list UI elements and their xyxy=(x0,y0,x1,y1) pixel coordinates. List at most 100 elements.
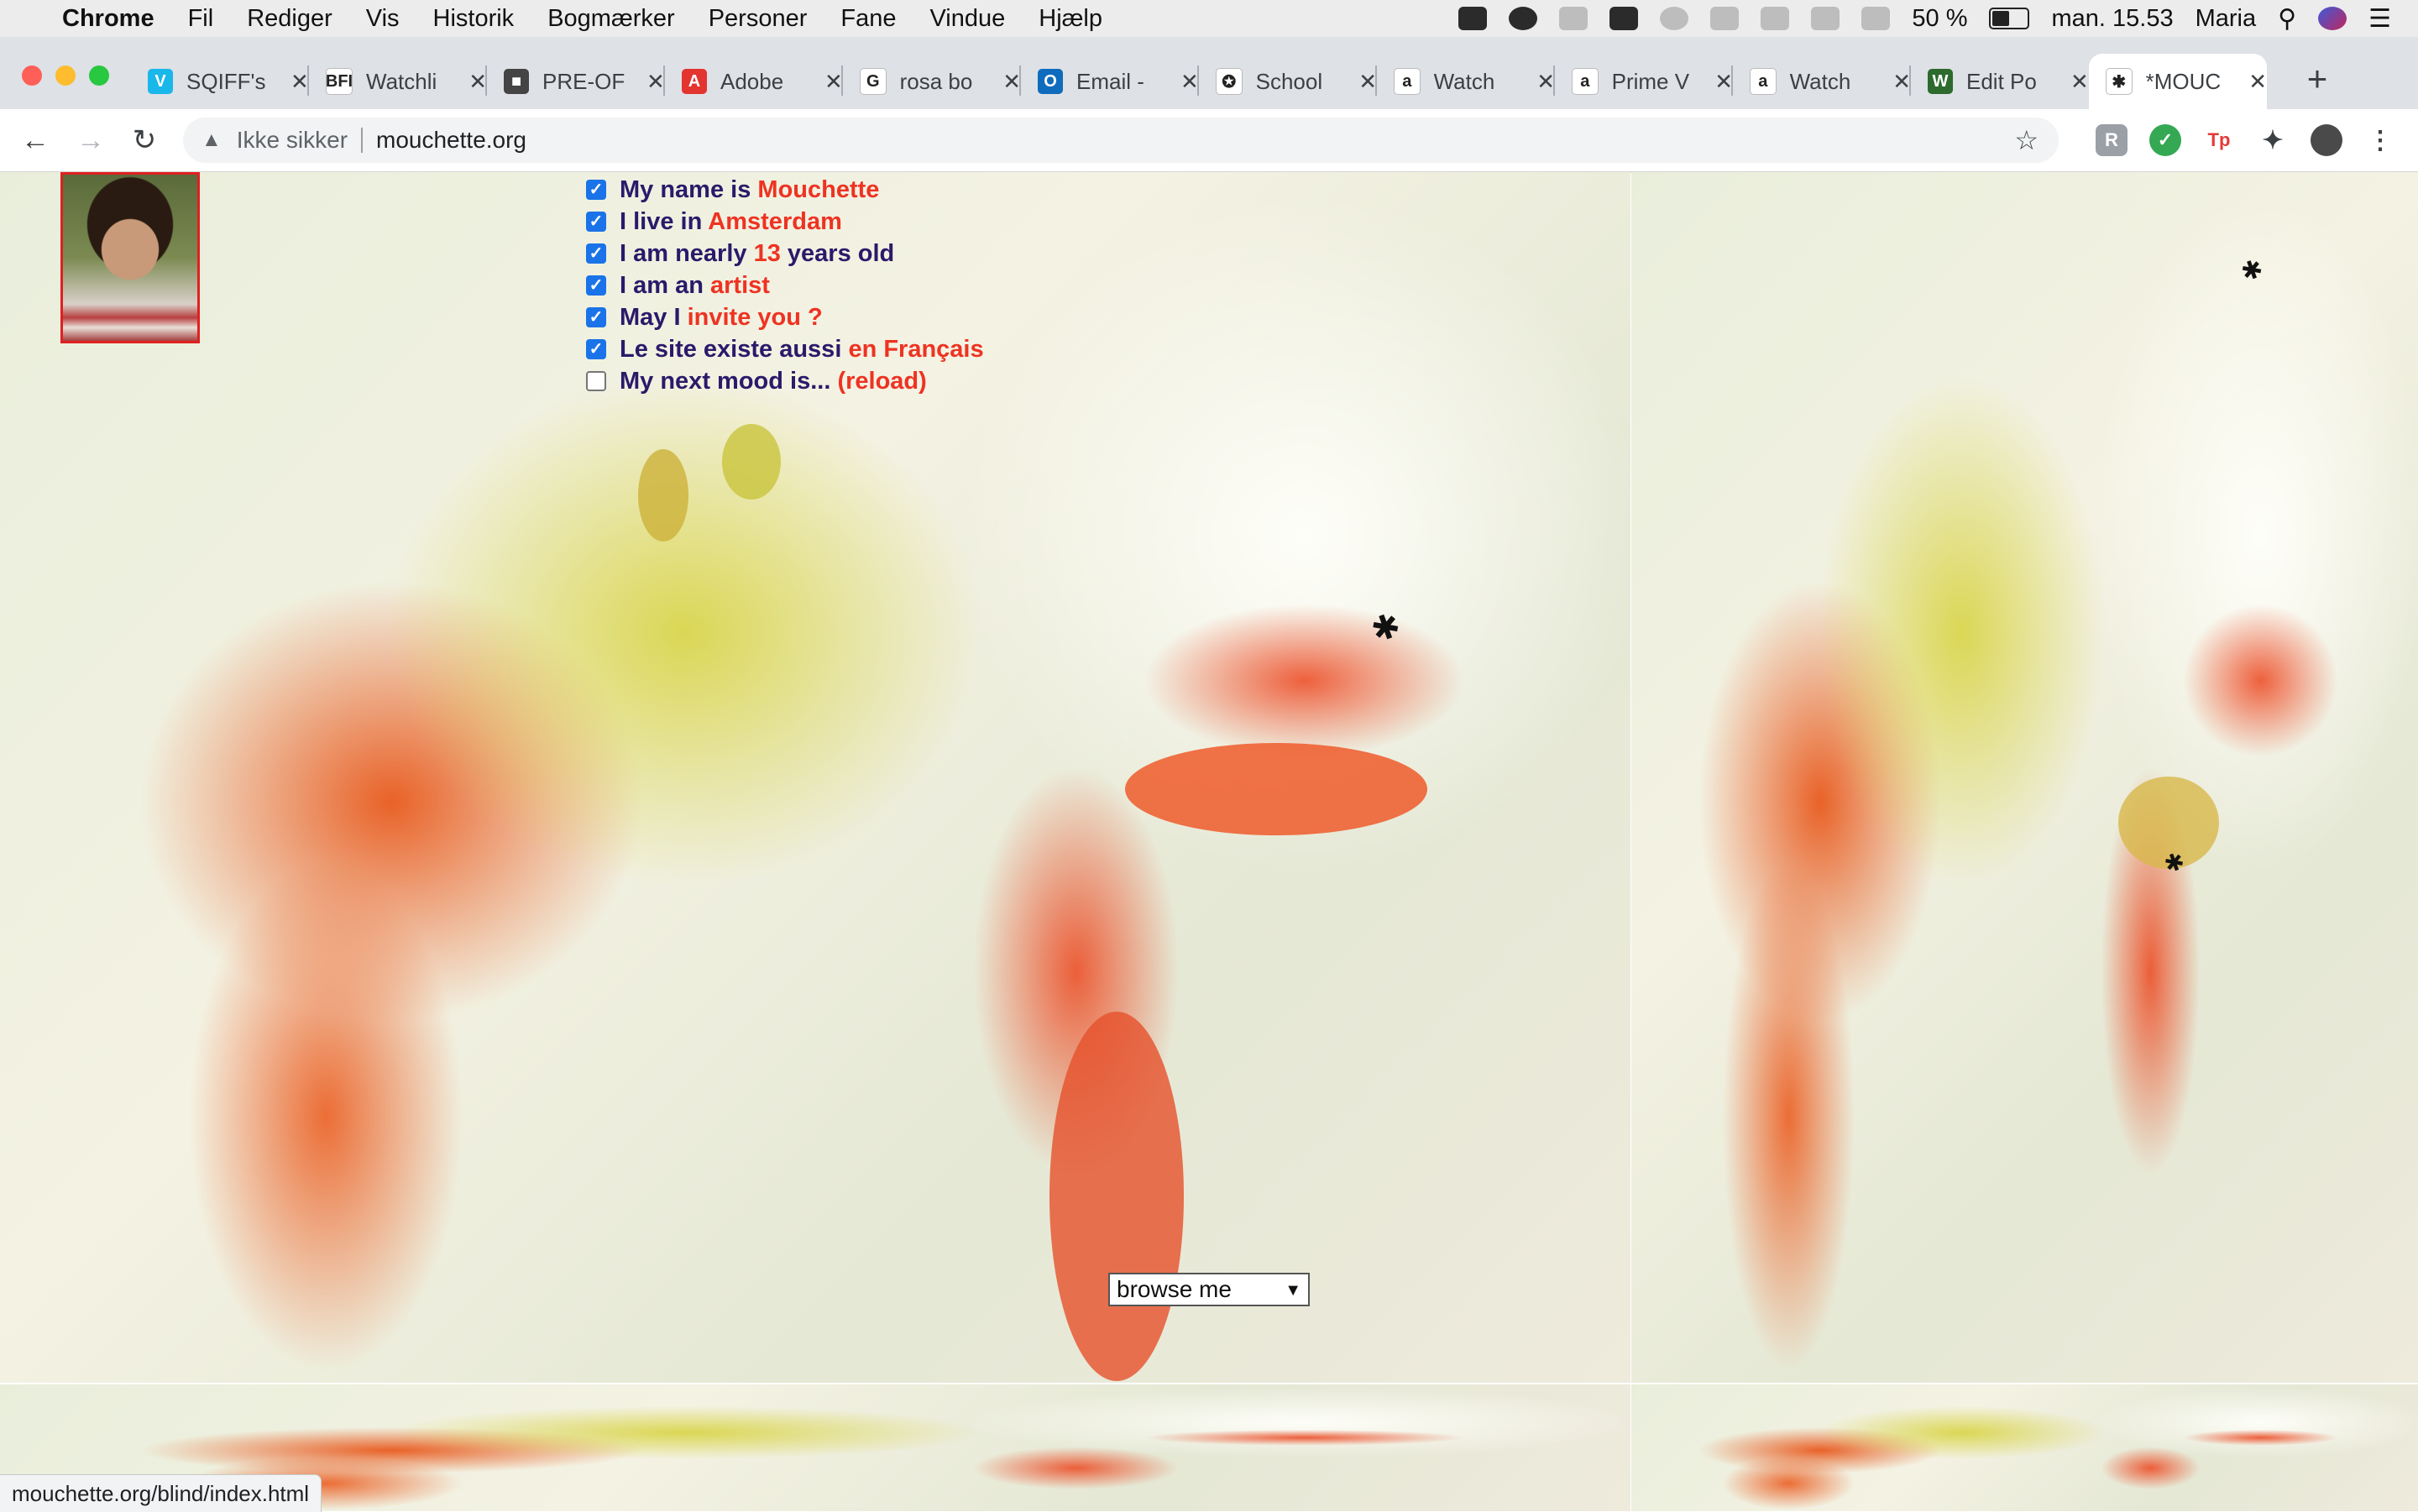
reload-button[interactable]: ↻ xyxy=(126,122,163,159)
mouchette-portrait-image[interactable] xyxy=(60,172,200,343)
bluetooth-icon[interactable] xyxy=(1559,7,1588,30)
window-zoom-button[interactable] xyxy=(89,65,109,86)
box-icon: ■ xyxy=(504,69,529,94)
app-menu[interactable]: Chrome xyxy=(62,5,154,33)
security-label[interactable]: Ikke sikker xyxy=(237,127,348,154)
menu-personer[interactable]: Personer xyxy=(709,5,808,33)
checklist-item-city[interactable]: ✓ I live in Amsterdam xyxy=(586,206,984,238)
siri-icon[interactable] xyxy=(2318,7,2347,30)
tab-close-icon[interactable]: ✕ xyxy=(1180,69,1199,95)
bold-app-icon[interactable] xyxy=(1458,7,1488,30)
checklist-item-artist[interactable]: ✓ I am an artist xyxy=(586,269,984,301)
checkbox-unchecked[interactable] xyxy=(586,371,606,391)
checklist-text: My name is xyxy=(620,175,758,203)
chrome-menu-icon[interactable]: ⋮ xyxy=(2364,124,2396,156)
checkbox-checked[interactable]: ✓ xyxy=(586,180,606,200)
link-mouchette[interactable]: Mouchette xyxy=(757,176,879,203)
menu-fil[interactable]: Fil xyxy=(188,5,214,33)
bookmark-star-icon[interactable]: ☆ xyxy=(2014,124,2039,156)
tab-close-icon[interactable]: ✕ xyxy=(2070,69,2089,95)
checklist-text: I am an xyxy=(620,271,710,299)
tab-close-icon[interactable]: ✕ xyxy=(2248,69,2267,95)
checkbox-checked[interactable]: ✓ xyxy=(586,339,606,359)
link-13[interactable]: 13 xyxy=(754,240,781,267)
browse-me-select[interactable]: browse me ▼ xyxy=(1108,1273,1310,1306)
spotlight-search-icon[interactable]: ⚲ xyxy=(2278,4,2296,34)
battery-icon[interactable] xyxy=(1989,8,2030,29)
tab-close-icon[interactable]: ✕ xyxy=(646,69,665,95)
tab[interactable]: ✪ School ✕ xyxy=(1199,54,1377,109)
url-text[interactable]: mouchette.org xyxy=(376,127,526,154)
tab[interactable]: W Edit Po ✕ xyxy=(1911,54,2089,109)
new-tab-button[interactable]: + xyxy=(2297,59,2337,99)
tab-close-icon[interactable]: ✕ xyxy=(824,69,843,95)
tab-close-icon[interactable]: ✕ xyxy=(1358,69,1377,95)
tab-close-icon[interactable]: ✕ xyxy=(468,69,487,95)
menu-vis[interactable]: Vis xyxy=(366,5,400,33)
tab[interactable]: O Email - ✕ xyxy=(1021,54,1199,109)
checklist-item-mood[interactable]: My next mood is... (reload) xyxy=(586,365,984,397)
window-minimize-button[interactable] xyxy=(55,65,76,86)
tab-close-icon[interactable]: ✕ xyxy=(290,69,309,95)
tab-title: Prime V xyxy=(1611,68,1690,94)
time-machine-icon[interactable] xyxy=(1660,7,1689,30)
menu-fane[interactable]: Fane xyxy=(840,5,896,33)
menu-rediger[interactable]: Rediger xyxy=(247,5,332,33)
wifi-icon[interactable] xyxy=(1761,7,1790,30)
menu-hjaelp[interactable]: Hjælp xyxy=(1039,5,1102,33)
link-en-francais[interactable]: en Français xyxy=(848,336,983,363)
checkbox-checked[interactable]: ✓ xyxy=(586,212,606,232)
cloud-upload-icon[interactable] xyxy=(1609,7,1639,30)
menu-bogmaerker[interactable]: Bogmærker xyxy=(547,5,675,33)
link-invite-you[interactable]: invite you ? xyxy=(688,304,823,331)
link-artist[interactable]: artist xyxy=(710,272,770,299)
link-amsterdam[interactable]: Amsterdam xyxy=(708,208,842,235)
user-name[interactable]: Maria xyxy=(2196,5,2257,33)
checklist-suffix: years old xyxy=(780,239,895,267)
tab[interactable]: V SQIFF's ✕ xyxy=(131,54,309,109)
forward-button[interactable]: → xyxy=(72,122,109,159)
menu-vindue[interactable]: Vindue xyxy=(929,5,1005,33)
back-button[interactable]: ← xyxy=(17,122,54,159)
tab[interactable]: ✱ *MOUC ✕ xyxy=(2089,54,2267,109)
airplay-icon[interactable] xyxy=(1710,7,1740,30)
evernote-icon[interactable] xyxy=(1509,7,1538,30)
checkbox-checked[interactable]: ✓ xyxy=(586,307,606,327)
tab[interactable]: ■ PRE-OF ✕ xyxy=(487,54,665,109)
checklist-item-invite[interactable]: ✓ May I invite you ? xyxy=(586,301,984,333)
omnibox-divider xyxy=(361,128,364,153)
extension-tp-icon[interactable]: Tp xyxy=(2203,124,2235,156)
checklist-text: My next mood is... xyxy=(620,367,838,395)
extension-grey-icon[interactable]: R xyxy=(2096,124,2128,156)
tab[interactable]: Grosa bo ✕ xyxy=(843,54,1021,109)
checklist-item-age[interactable]: ✓ I am nearly 13 years old xyxy=(586,238,984,269)
checklist-item-french[interactable]: ✓ Le site existe aussi en Français xyxy=(586,333,984,365)
tab[interactable]: a Prime V ✕ xyxy=(1555,54,1733,109)
control-center-icon[interactable]: ☰ xyxy=(2368,4,2391,34)
status-url-bubble: mouchette.org/blind/index.html xyxy=(0,1474,322,1512)
tab-close-icon[interactable]: ✕ xyxy=(1536,69,1555,95)
address-bar[interactable]: ▲ Ikke sikker mouchette.org ☆ xyxy=(183,118,2059,163)
clock[interactable]: man. 15.53 xyxy=(2051,5,2173,33)
battery-percent[interactable]: 50 % xyxy=(1912,5,1967,33)
extension-check-icon[interactable]: ✓ xyxy=(2149,124,2181,156)
checklist-item-name[interactable]: ✓ My name is Mouchette xyxy=(586,174,984,206)
window-close-button[interactable] xyxy=(22,65,42,86)
tab[interactable]: BFI Watchli ✕ xyxy=(309,54,487,109)
link-reload[interactable]: (reload) xyxy=(837,368,926,395)
tab[interactable]: A Adobe ✕ xyxy=(665,54,843,109)
keyboard-input-icon[interactable] xyxy=(1861,7,1891,30)
extensions-puzzle-icon[interactable]: ✦ xyxy=(2257,124,2289,156)
tab-close-icon[interactable]: ✕ xyxy=(1714,69,1733,95)
tab[interactable]: a Watch ✕ xyxy=(1733,54,1911,109)
tab-close-icon[interactable]: ✕ xyxy=(1002,69,1021,95)
checkbox-checked[interactable]: ✓ xyxy=(586,275,606,296)
tab[interactable]: a Watch ✕ xyxy=(1377,54,1555,109)
volume-icon[interactable] xyxy=(1811,7,1840,30)
warning-icon[interactable]: ▲ xyxy=(202,128,222,152)
checklist-text: I live in xyxy=(620,207,709,235)
menu-historik[interactable]: Historik xyxy=(433,5,515,33)
tab-close-icon[interactable]: ✕ xyxy=(1892,69,1911,95)
checkbox-checked[interactable]: ✓ xyxy=(586,243,606,264)
profile-avatar[interactable] xyxy=(2311,124,2342,156)
